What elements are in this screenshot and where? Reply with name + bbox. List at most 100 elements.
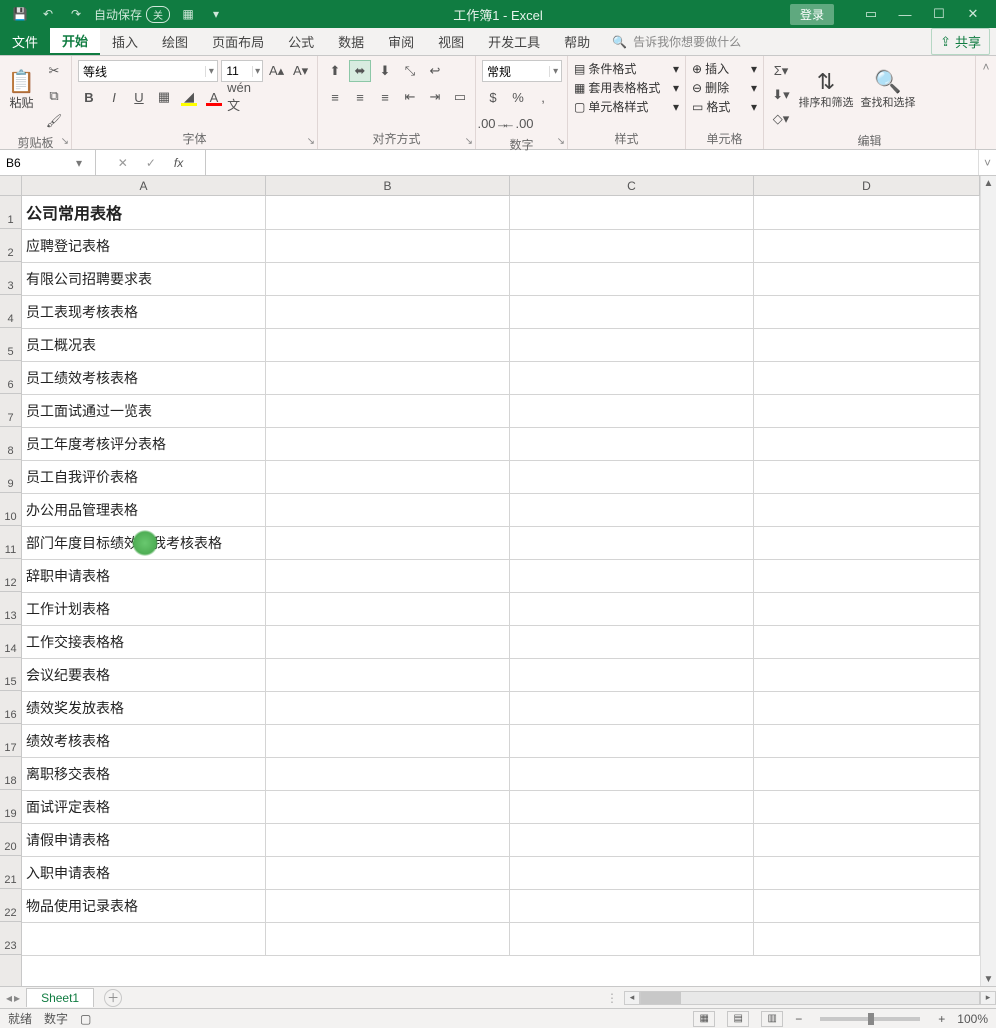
table-row[interactable]: 员工面试通过一览表 <box>22 394 980 427</box>
table-row[interactable]: 会议纪要表格 <box>22 658 980 691</box>
underline-button[interactable]: U <box>128 86 150 108</box>
chevron-down-icon[interactable]: ▾ <box>70 156 88 170</box>
cell[interactable] <box>266 526 510 559</box>
tell-me-search[interactable]: 🔍 告诉我你想要做什么 <box>602 28 741 55</box>
cell[interactable] <box>266 790 510 823</box>
tab-page-layout[interactable]: 页面布局 <box>200 28 276 55</box>
increase-font-button[interactable]: A▴ <box>266 60 287 82</box>
add-sheet-button[interactable]: ＋ <box>104 989 122 1007</box>
format-as-table-button[interactable]: ▦套用表格格式▾ <box>574 79 679 96</box>
cell[interactable] <box>754 724 980 757</box>
name-box-input[interactable] <box>0 156 70 170</box>
cell[interactable] <box>510 460 754 493</box>
row-header[interactable]: 21 <box>0 856 21 889</box>
cell[interactable] <box>754 757 980 790</box>
cell[interactable] <box>754 889 980 922</box>
cell[interactable] <box>754 658 980 691</box>
cell[interactable] <box>510 559 754 592</box>
cell[interactable] <box>510 196 754 229</box>
percent-button[interactable]: % <box>507 86 529 108</box>
minimize-button[interactable]: — <box>890 3 920 25</box>
tab-data[interactable]: 数据 <box>326 28 376 55</box>
table-row[interactable]: 入职申请表格 <box>22 856 980 889</box>
sheet-tab-sheet1[interactable]: Sheet1 <box>26 988 94 1007</box>
table-row[interactable]: 公司常用表格 <box>22 196 980 229</box>
cell[interactable] <box>510 625 754 658</box>
decrease-indent-button[interactable]: ⇤ <box>399 86 421 108</box>
enter-formula-button[interactable]: ✓ <box>146 156 156 170</box>
expand-formula-bar-button[interactable]: ˅ <box>978 150 996 175</box>
cell[interactable] <box>266 856 510 889</box>
row-header[interactable]: 3 <box>0 262 21 295</box>
increase-indent-button[interactable]: ⇥ <box>424 86 446 108</box>
page-break-view-button[interactable]: ▥ <box>761 1011 783 1027</box>
merge-center-button[interactable]: ▭ <box>449 86 471 108</box>
cell[interactable] <box>754 493 980 526</box>
cell[interactable] <box>510 790 754 823</box>
table-row[interactable] <box>22 922 980 955</box>
cell[interactable] <box>266 361 510 394</box>
cell[interactable]: 公司常用表格 <box>22 196 266 229</box>
collapse-ribbon-button[interactable]: ˄ <box>976 56 996 149</box>
share-button[interactable]: ⇪ 共享 <box>931 28 990 55</box>
cell[interactable] <box>22 922 266 955</box>
chevron-down-icon[interactable]: ▾ <box>252 66 262 77</box>
table-row[interactable]: 离职移交表格 <box>22 757 980 790</box>
cell[interactable]: 离职移交表格 <box>22 757 266 790</box>
align-top-button[interactable]: ⬆ <box>324 60 346 82</box>
autosum-button[interactable]: Σ▾ <box>770 60 792 82</box>
tab-insert[interactable]: 插入 <box>100 28 150 55</box>
table-row[interactable]: 绩效考核表格 <box>22 724 980 757</box>
row-header[interactable]: 12 <box>0 559 21 592</box>
cell[interactable] <box>510 922 754 955</box>
row-header[interactable]: 15 <box>0 658 21 691</box>
accounting-format-button[interactable]: $ <box>482 86 504 108</box>
zoom-slider[interactable] <box>820 1017 920 1021</box>
alignment-launcher-icon[interactable]: ↘ <box>465 136 473 147</box>
zoom-level[interactable]: 100% <box>957 1012 988 1026</box>
ribbon-display-options-icon[interactable]: ▭ <box>856 3 886 25</box>
insert-cells-button[interactable]: ⊕插入▾ <box>692 60 757 77</box>
tab-developer[interactable]: 开发工具 <box>476 28 552 55</box>
tab-file[interactable]: 文件 <box>0 28 50 55</box>
table-row[interactable]: 员工表现考核表格 <box>22 295 980 328</box>
row-header[interactable]: 6 <box>0 361 21 394</box>
cell[interactable] <box>754 559 980 592</box>
table-row[interactable]: 物品使用记录表格 <box>22 889 980 922</box>
number-format-combo[interactable]: ▾ <box>482 60 562 82</box>
cell[interactable] <box>510 394 754 427</box>
row-header[interactable]: 10 <box>0 493 21 526</box>
font-size-input[interactable] <box>222 61 252 81</box>
font-color-button[interactable]: A <box>203 86 225 108</box>
table-row[interactable]: 员工绩效考核表格 <box>22 361 980 394</box>
row-header[interactable]: 8 <box>0 427 21 460</box>
table-row[interactable]: 绩效奖发放表格 <box>22 691 980 724</box>
cell[interactable] <box>266 559 510 592</box>
cell-styles-button[interactable]: ▢单元格样式▾ <box>574 98 679 115</box>
row-header[interactable]: 19 <box>0 790 21 823</box>
font-size-combo[interactable]: ▾ <box>221 60 263 82</box>
col-header-A[interactable]: A <box>22 176 266 195</box>
cell[interactable] <box>754 823 980 856</box>
align-center-button[interactable]: ≡ <box>349 86 371 108</box>
tab-view[interactable]: 视图 <box>426 28 476 55</box>
row-header[interactable]: 11 <box>0 526 21 559</box>
tab-split-handle[interactable]: ⋮ <box>606 991 618 1005</box>
cell[interactable] <box>266 394 510 427</box>
table-row[interactable]: 员工自我评价表格 <box>22 460 980 493</box>
font-name-input[interactable] <box>79 61 205 81</box>
cell[interactable] <box>266 922 510 955</box>
tab-formulas[interactable]: 公式 <box>276 28 326 55</box>
qat-customize-icon[interactable]: ▾ <box>206 4 226 24</box>
border-button[interactable]: ▦ <box>153 86 175 108</box>
row-header[interactable]: 9 <box>0 460 21 493</box>
cell[interactable] <box>510 592 754 625</box>
cell[interactable] <box>754 427 980 460</box>
cell[interactable] <box>754 394 980 427</box>
cell[interactable] <box>266 493 510 526</box>
cell[interactable] <box>754 361 980 394</box>
cell[interactable]: 请假申请表格 <box>22 823 266 856</box>
conditional-format-button[interactable]: ▤条件格式▾ <box>574 60 679 77</box>
name-box[interactable]: ▾ <box>0 150 96 175</box>
cell[interactable] <box>754 295 980 328</box>
